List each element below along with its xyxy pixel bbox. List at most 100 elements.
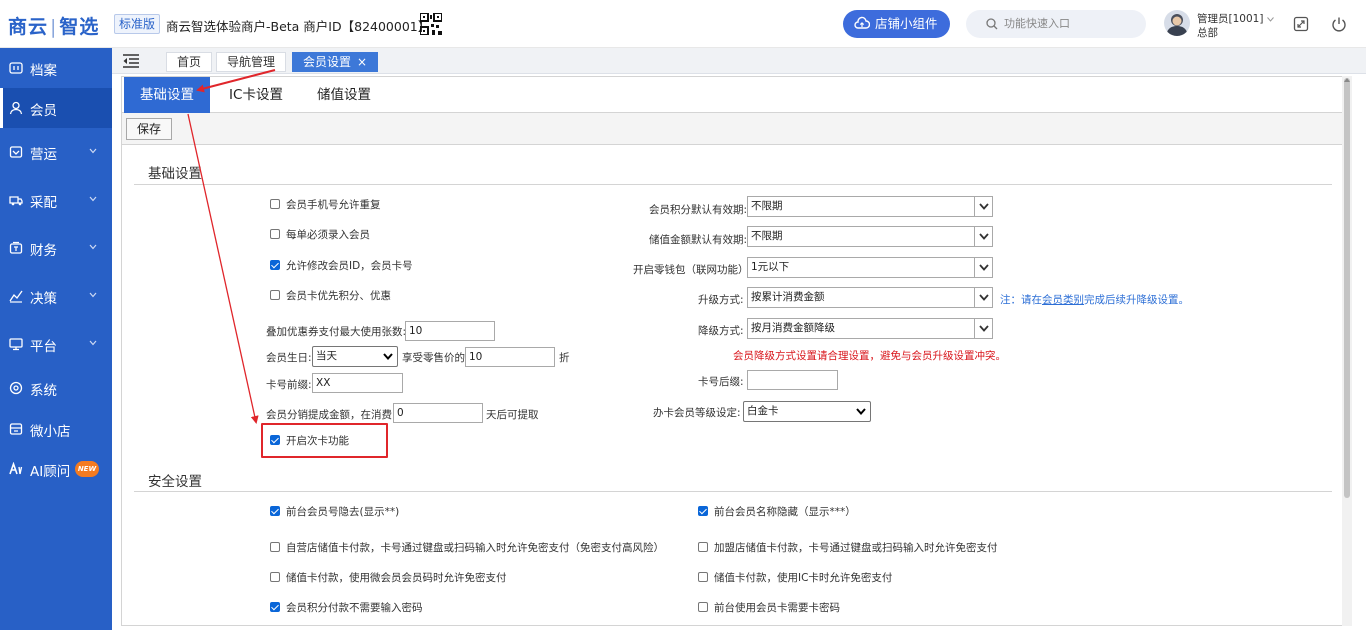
card-suffix-input[interactable]: [747, 370, 838, 390]
checkbox-card-password[interactable]: 前台使用会员卡需要卡密码: [698, 601, 840, 615]
checkbox-self-store-nopwd[interactable]: 自营店储值卡付款，卡号通过键盘或扫码输入时允许免密支付（免密支付高风险）: [270, 541, 664, 555]
sidebar-item-operations[interactable]: 营运: [0, 132, 112, 172]
tab-navigation[interactable]: 导航管理: [216, 52, 287, 72]
cloud-icon: [854, 16, 870, 29]
change-wallet-select[interactable]: 1元以下: [747, 257, 993, 278]
sidebar-item-label: 决策: [30, 291, 57, 307]
checkbox-require-member[interactable]: 每单必须录入会员: [270, 228, 370, 242]
checkbox-franchise-nopwd[interactable]: 加盟店储值卡付款，卡号通过键盘或扫码输入时允许免密支付: [698, 541, 998, 555]
change-wallet-value: 1元以下: [751, 261, 790, 273]
sidebar-item-decision[interactable]: 决策: [0, 276, 112, 316]
scrollbar-thumb[interactable]: [1344, 78, 1350, 498]
shop-icon: [9, 146, 23, 158]
checkbox-points-nopwd[interactable]: 会员积分付款不需要输入密码: [270, 601, 423, 615]
checkbox-card-priority[interactable]: 会员卡优先积分、优惠: [270, 289, 391, 303]
card-prefix-input[interactable]: XX: [312, 373, 403, 393]
app-logo[interactable]: 商云 | 智选: [8, 12, 99, 39]
sidebar: 档案 会员 营运 采配 财务 决策 平台 系统 微小店 AI顾问 NEW: [0, 48, 112, 630]
tab-home[interactable]: 首页: [166, 52, 213, 72]
sidebar-item-ai-advisor[interactable]: AI顾问 NEW: [0, 449, 112, 489]
fullscreen-icon[interactable]: [1293, 16, 1309, 32]
discount-label: 享受零售价的: [402, 352, 465, 364]
downgrade-select[interactable]: 按月消费金额降级: [747, 318, 993, 339]
dropdown-button[interactable]: [974, 319, 992, 338]
chevron-down-icon: [89, 292, 97, 298]
sidebar-item-member[interactable]: 会员: [0, 88, 112, 128]
dropdown-button[interactable]: [974, 288, 992, 307]
checkbox-box[interactable]: [698, 542, 708, 552]
checkbox-micro-member-nopwd[interactable]: 储值卡付款，使用微会员会员码时允许免密支付: [270, 571, 507, 585]
points-validity-select[interactable]: 不限期: [747, 196, 993, 217]
sidebar-item-label: 营运: [30, 147, 57, 163]
checkbox-hide-member-no[interactable]: 前台会员号隐去(显示**): [270, 505, 399, 519]
tab-member-settings[interactable]: 会员设置 ×: [292, 52, 379, 72]
section-title-basic: 基础设置: [148, 166, 202, 182]
user-avatar[interactable]: [1164, 10, 1190, 36]
checkbox-phone-duplicate[interactable]: 会员手机号允许重复: [270, 198, 381, 212]
collapse-menu-icon[interactable]: [122, 54, 140, 68]
dropdown-button[interactable]: [974, 227, 992, 246]
user-name[interactable]: 管理员[1001]: [1197, 11, 1274, 26]
checkbox-box[interactable]: [270, 506, 280, 516]
top-bar: 商云 | 智选 标准版 商云智选体验商户-Beta 商户ID【82400001】 店…: [0, 0, 1366, 48]
card-level-select[interactable]: 白金卡: [743, 401, 871, 422]
upgrade-select[interactable]: 按累计消费金额: [747, 287, 993, 308]
close-icon[interactable]: ×: [357, 55, 367, 69]
checkbox-box[interactable]: [270, 260, 280, 270]
checkbox-box[interactable]: [270, 199, 280, 209]
qr-code-icon[interactable]: [420, 13, 442, 35]
checkbox-box[interactable]: [698, 506, 708, 516]
sidebar-item-platform[interactable]: 平台: [0, 324, 112, 364]
upgrade-label: 升级方式:: [698, 294, 744, 306]
checkbox-hide-member-name[interactable]: 前台会员名称隐藏（显示***）: [698, 505, 856, 519]
power-icon[interactable]: [1331, 16, 1347, 32]
checkbox-label: 每单必须录入会员: [286, 229, 370, 241]
checkbox-box[interactable]: [270, 290, 280, 300]
dropdown-button[interactable]: [974, 258, 992, 277]
annotation-highlight-box: [261, 423, 388, 458]
member-category-link[interactable]: 会员类别: [1042, 294, 1084, 306]
logo-text: 商云: [8, 16, 49, 38]
birthday-select[interactable]: 当天: [312, 346, 398, 367]
checkbox-box[interactable]: [270, 572, 280, 582]
checkbox-ic-card-nopwd[interactable]: 储值卡付款，使用IC卡时允许免密支付: [698, 571, 892, 585]
card-suffix-label: 卡号后缀:: [698, 376, 744, 388]
sidebar-item-microstore[interactable]: 微小店: [0, 409, 112, 449]
checkbox-box[interactable]: [270, 542, 280, 552]
sidebar-item-system[interactable]: 系统: [0, 368, 112, 408]
checkbox-box[interactable]: [698, 572, 708, 582]
scroll-up-icon[interactable]: [1343, 77, 1351, 83]
dropdown-button[interactable]: [974, 197, 992, 216]
toolbar: 保存: [122, 113, 1350, 145]
logo-separator: |: [50, 16, 58, 38]
sidebar-item-finance[interactable]: 财务: [0, 228, 112, 268]
distribution-suffix: 天后可提取: [486, 409, 539, 421]
divider: [134, 491, 1332, 492]
downgrade-warning: 会员降级方式设置请合理设置，避免与会员升级设置冲突。: [733, 350, 1006, 362]
distribution-input[interactable]: 0: [393, 403, 483, 423]
subtab-ic-card[interactable]: IC卡设置: [218, 77, 294, 113]
new-badge: NEW: [75, 461, 99, 477]
checkbox-allow-edit-id[interactable]: 允许修改会员ID，会员卡号: [270, 259, 413, 273]
subtab-basic[interactable]: 基础设置: [124, 77, 210, 113]
checkbox-box[interactable]: [698, 602, 708, 612]
sidebar-item-purchase[interactable]: 采配: [0, 180, 112, 220]
tab-label: 会员设置: [303, 55, 352, 69]
subtab-stored-value[interactable]: 储值设置: [306, 77, 382, 113]
coupon-limit-input[interactable]: 10: [405, 321, 495, 341]
shop-widget-button[interactable]: 店铺小组件: [843, 10, 950, 38]
sub-tabs: 基础设置 IC卡设置 储值设置: [122, 77, 1350, 113]
card-level-value: 白金卡: [747, 405, 779, 417]
stored-validity-select[interactable]: 不限期: [747, 226, 993, 247]
checkbox-label: 储值卡付款，使用微会员会员码时允许免密支付: [286, 572, 507, 584]
chart-icon: [9, 290, 23, 303]
points-validity-label: 会员积分默认有效期:: [649, 204, 748, 216]
checkbox-box[interactable]: [270, 229, 280, 239]
sidebar-item-archive[interactable]: 档案: [0, 48, 112, 88]
save-button[interactable]: 保存: [126, 118, 172, 140]
checkbox-label: 会员积分付款不需要输入密码: [286, 602, 423, 614]
discount-input[interactable]: 10: [465, 347, 555, 367]
checkbox-label: 会员卡优先积分、优惠: [286, 290, 391, 302]
quick-search-input[interactable]: 功能快速入口: [966, 10, 1146, 38]
checkbox-box[interactable]: [270, 602, 280, 612]
